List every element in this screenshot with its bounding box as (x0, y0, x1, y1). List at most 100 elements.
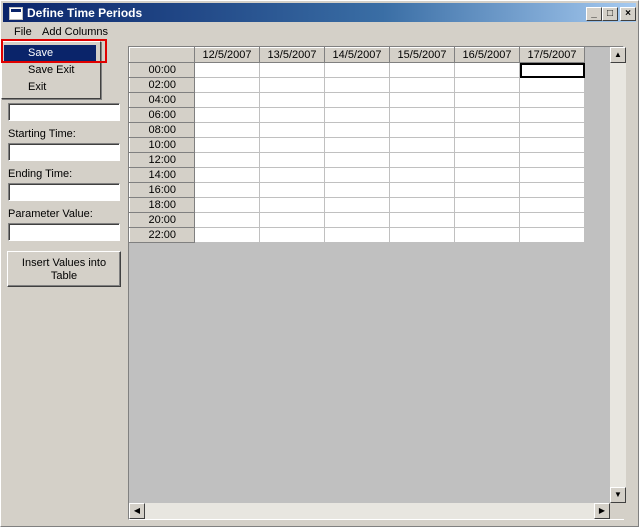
grid-cell[interactable] (389, 227, 455, 243)
value-field[interactable] (8, 103, 120, 121)
menu-file[interactable]: File (10, 25, 36, 40)
column-header[interactable]: 15/5/2007 (389, 47, 455, 63)
grid-cell[interactable] (454, 212, 520, 228)
row-header[interactable]: 18:00 (129, 197, 195, 213)
row-header[interactable]: 04:00 (129, 92, 195, 108)
grid-cell[interactable] (324, 137, 390, 153)
grid-cell[interactable] (324, 182, 390, 198)
grid-cell[interactable] (324, 122, 390, 138)
grid-cell[interactable] (454, 167, 520, 183)
time-grid[interactable]: 12/5/2007 13/5/2007 14/5/2007 15/5/2007 16/5… (128, 46, 624, 520)
grid-cell[interactable] (194, 62, 260, 78)
row-header[interactable]: 10:00 (129, 137, 195, 153)
column-header[interactable]: 17/5/2007 (519, 47, 585, 63)
grid-cell[interactable] (454, 137, 520, 153)
grid-cell[interactable] (389, 122, 455, 138)
grid-cell[interactable] (194, 92, 260, 108)
arrow-down-icon[interactable]: ▼ (610, 487, 626, 503)
grid-cell[interactable] (194, 227, 260, 243)
row-header[interactable]: 00:00 (129, 62, 195, 78)
grid-cell[interactable] (519, 62, 585, 78)
grid-cell[interactable] (519, 107, 585, 123)
grid-cell[interactable] (324, 167, 390, 183)
grid-cell[interactable] (194, 107, 260, 123)
grid-cell[interactable] (259, 122, 325, 138)
app-window-icon[interactable] (9, 7, 23, 20)
grid-cell[interactable] (194, 152, 260, 168)
grid-cell[interactable] (389, 152, 455, 168)
starting-time-field[interactable] (8, 143, 120, 161)
grid-cell[interactable] (389, 62, 455, 78)
title-bar[interactable]: Define Time Periods _ □ × (3, 3, 636, 22)
grid-cell[interactable] (389, 212, 455, 228)
grid-cell[interactable] (259, 227, 325, 243)
grid-cell[interactable] (259, 152, 325, 168)
grid-cell[interactable] (519, 182, 585, 198)
grid-cell[interactable] (324, 62, 390, 78)
grid-cell[interactable] (454, 122, 520, 138)
column-header[interactable]: 14/5/2007 (324, 47, 390, 63)
grid-cell[interactable] (324, 227, 390, 243)
row-header[interactable]: 16:00 (129, 182, 195, 198)
grid-cell[interactable] (259, 167, 325, 183)
menu-item-save-exit[interactable]: Save Exit (4, 62, 96, 78)
grid-cell[interactable] (194, 77, 260, 93)
grid-cell[interactable] (324, 197, 390, 213)
grid-cell[interactable] (259, 107, 325, 123)
grid-cell[interactable] (454, 182, 520, 198)
grid-cell[interactable] (519, 167, 585, 183)
grid-cell[interactable] (259, 137, 325, 153)
grid-cell[interactable] (389, 107, 455, 123)
horizontal-scrollbar[interactable]: ◀ ▶ (129, 503, 610, 519)
grid-cell[interactable] (324, 107, 390, 123)
grid-cell[interactable] (389, 77, 455, 93)
arrow-left-icon[interactable]: ◀ (129, 503, 145, 519)
grid-cell[interactable] (454, 152, 520, 168)
grid-cell[interactable] (454, 92, 520, 108)
insert-values-button[interactable]: Insert Values into Table (7, 251, 121, 287)
grid-cell[interactable] (454, 107, 520, 123)
grid-cell[interactable] (519, 227, 585, 243)
grid-cell[interactable] (324, 92, 390, 108)
grid-cell[interactable] (259, 182, 325, 198)
grid-cell[interactable] (194, 197, 260, 213)
grid-cell[interactable] (519, 77, 585, 93)
row-header[interactable]: 20:00 (129, 212, 195, 228)
grid-cell[interactable] (194, 182, 260, 198)
menu-add-columns[interactable]: Add Columns (38, 25, 112, 40)
grid-cell[interactable] (519, 212, 585, 228)
grid-cell[interactable] (389, 137, 455, 153)
column-header[interactable]: 12/5/2007 (194, 47, 260, 63)
close-button[interactable]: × (620, 7, 636, 21)
grid-cell[interactable] (454, 197, 520, 213)
arrow-right-icon[interactable]: ▶ (594, 503, 610, 519)
menu-item-exit[interactable]: Exit (4, 79, 96, 95)
row-header[interactable]: 22:00 (129, 227, 195, 243)
grid-cell[interactable] (324, 152, 390, 168)
parameter-value-field[interactable] (8, 223, 120, 241)
grid-cell[interactable] (259, 77, 325, 93)
grid-cell[interactable] (519, 92, 585, 108)
grid-cell[interactable] (324, 77, 390, 93)
vertical-scrollbar[interactable]: ▲ ▼ (610, 47, 626, 503)
arrow-up-icon[interactable]: ▲ (610, 47, 626, 63)
minimize-button[interactable]: _ (586, 7, 602, 21)
grid-cell[interactable] (389, 92, 455, 108)
grid-cell[interactable] (389, 167, 455, 183)
grid-cell[interactable] (454, 77, 520, 93)
grid-cell[interactable] (454, 62, 520, 78)
grid-cell[interactable] (389, 197, 455, 213)
grid-cell[interactable] (259, 92, 325, 108)
grid-cell[interactable] (519, 152, 585, 168)
row-header[interactable]: 02:00 (129, 77, 195, 93)
grid-cell[interactable] (194, 212, 260, 228)
column-header[interactable]: 13/5/2007 (259, 47, 325, 63)
grid-cell[interactable] (259, 62, 325, 78)
column-header[interactable]: 16/5/2007 (454, 47, 520, 63)
grid-cell[interactable] (259, 197, 325, 213)
grid-cell[interactable] (194, 137, 260, 153)
ending-time-field[interactable] (8, 183, 120, 201)
row-header[interactable]: 14:00 (129, 167, 195, 183)
grid-cell[interactable] (519, 197, 585, 213)
grid-cell[interactable] (194, 122, 260, 138)
